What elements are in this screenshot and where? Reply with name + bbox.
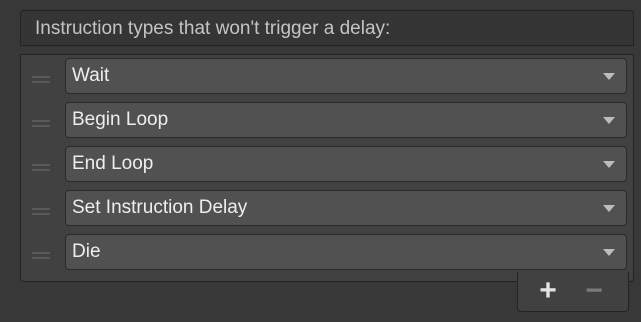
chevron-down-icon: [603, 117, 615, 124]
list-header-label: Instruction types that won't trigger a d…: [35, 18, 391, 39]
drag-handle-icon[interactable]: [32, 208, 50, 215]
chevron-down-icon: [603, 249, 615, 256]
drag-handle-icon[interactable]: [32, 164, 50, 171]
list-item: Set Instruction Delay: [21, 187, 633, 231]
dropdown-value: Begin Loop: [72, 109, 169, 130]
add-item-button[interactable]: +: [528, 276, 568, 306]
dropdown-value: Wait: [72, 65, 110, 86]
chevron-down-icon: [603, 73, 615, 80]
instruction-type-dropdown[interactable]: Begin Loop: [65, 102, 627, 138]
list-item: End Loop: [21, 143, 633, 187]
drag-handle-icon[interactable]: [32, 120, 50, 127]
list-footer: + −: [517, 272, 629, 312]
remove-item-button[interactable]: −: [574, 276, 614, 306]
drag-handle-icon[interactable]: [32, 76, 50, 83]
list-body: Wait Begin Loop End Loop Set Instruction…: [20, 54, 634, 282]
instruction-type-dropdown[interactable]: End Loop: [65, 146, 627, 182]
chevron-down-icon: [603, 205, 615, 212]
instruction-type-dropdown[interactable]: Die: [65, 234, 627, 270]
dropdown-value: Die: [72, 241, 101, 262]
dropdown-value: End Loop: [72, 153, 154, 174]
list-item: Wait: [21, 55, 633, 99]
drag-handle-icon[interactable]: [32, 252, 50, 259]
chevron-down-icon: [603, 161, 615, 168]
list-item: Die: [21, 231, 633, 275]
list-header: Instruction types that won't trigger a d…: [20, 10, 634, 46]
inspector-panel: Instruction types that won't trigger a d…: [0, 0, 641, 322]
instruction-type-dropdown[interactable]: Set Instruction Delay: [65, 190, 627, 226]
instruction-type-dropdown[interactable]: Wait: [65, 58, 627, 94]
instruction-types-list: Instruction types that won't trigger a d…: [20, 10, 634, 282]
list-item: Begin Loop: [21, 99, 633, 143]
dropdown-value: Set Instruction Delay: [72, 197, 248, 218]
